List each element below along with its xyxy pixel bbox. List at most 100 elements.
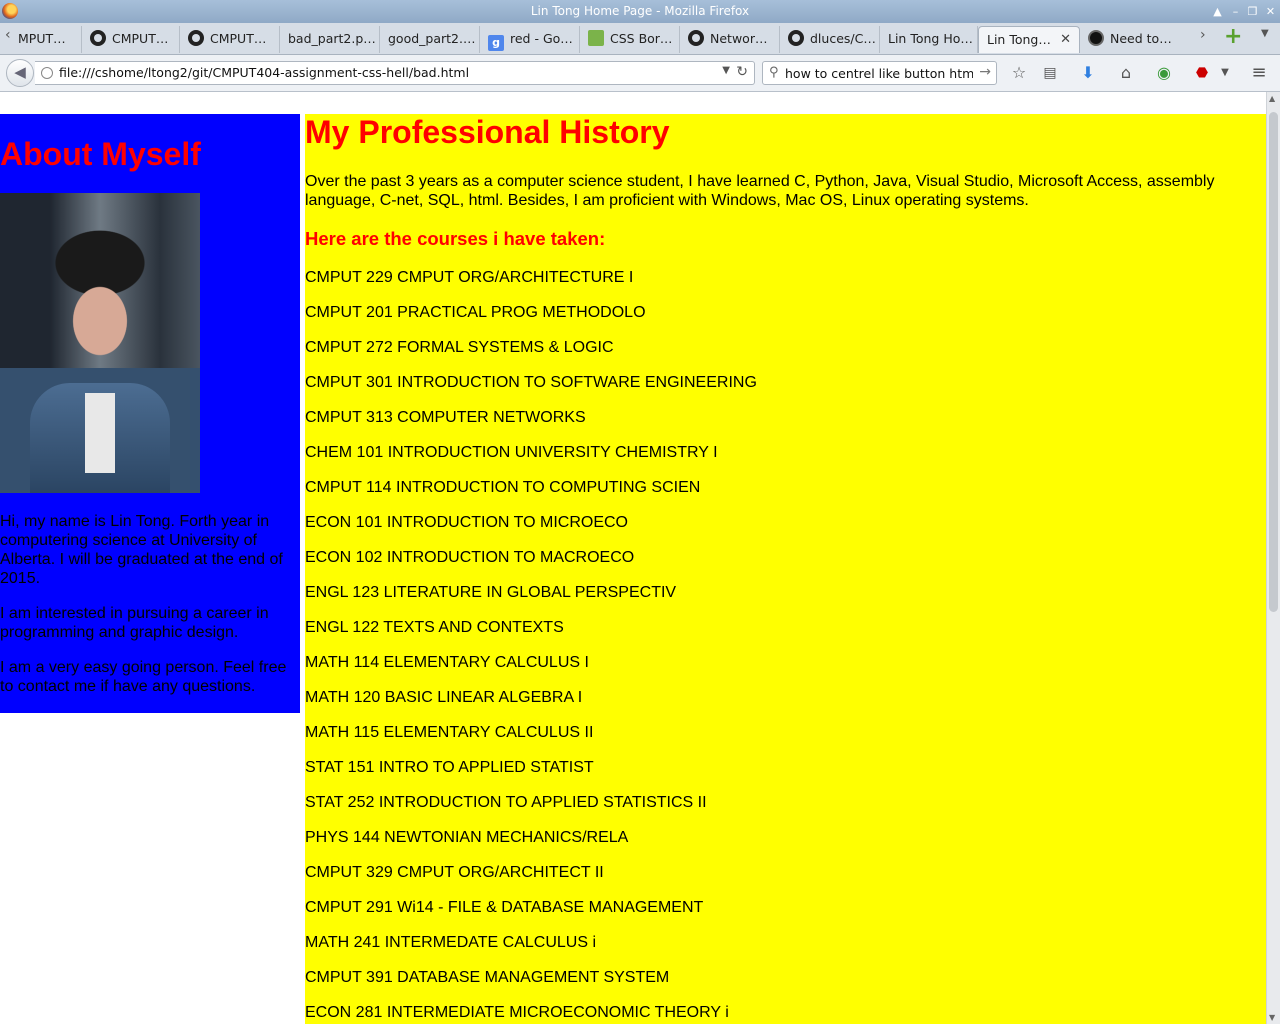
profile-photo (0, 193, 200, 493)
tab[interactable]: bad_part2.p… (280, 26, 380, 53)
course-item: ECON 101 INTRODUCTION TO MICROECO (305, 514, 628, 531)
course-item: ENGL 122 TEXTS AND CONTEXTS (305, 619, 564, 636)
course-item: CMPUT 291 Wi14 - FILE & DATABASE MANAGEM… (305, 899, 704, 916)
scrollbar-thumb[interactable] (1269, 112, 1278, 612)
tab[interactable]: Networ… (680, 26, 780, 53)
tab-label: CMPUT… (210, 31, 267, 46)
back-arrow-icon: ◀ (14, 63, 26, 81)
search-bar[interactable]: ⚲ → (762, 61, 997, 85)
close-window-button[interactable]: ✕ (1264, 5, 1277, 18)
about-heading: About Myself (0, 136, 201, 172)
tab-scroll-right-icon[interactable]: › (1200, 27, 1206, 43)
close-tab-icon[interactable]: ✕ (1060, 27, 1071, 53)
tab[interactable]: Lin Tong Ho… (880, 26, 978, 53)
tab-label: red - Go… (510, 31, 573, 46)
tab-label: CMPUT… (112, 31, 169, 46)
course-item: ENGL 123 LITERATURE IN GLOBAL PERSPECTIV (305, 584, 677, 601)
bookmark-star-icon[interactable]: ☆ (1009, 63, 1029, 83)
about-paragraph: I am interested in pursuing a career in … (0, 605, 269, 641)
history-intro: Over the past 3 years as a computer scie… (305, 173, 1215, 209)
github-icon (188, 30, 204, 46)
course-item: CMPUT 329 CMPUT ORG/ARCHITECT II (305, 864, 604, 881)
tab[interactable]: CMPUT… (82, 26, 180, 53)
downloads-icon[interactable]: ⬇ (1078, 63, 1098, 83)
search-icon: ⚲ (769, 65, 779, 80)
list-all-tabs-icon[interactable]: ▼ (1261, 28, 1269, 39)
course-item: MATH 241 INTERMEDATE CALCULUS i (305, 934, 597, 951)
back-button[interactable]: ◀ (6, 59, 34, 87)
tab[interactable]: MPUT… (14, 26, 82, 53)
course-item: CMPUT 301 INTRODUCTION TO SOFTWARE ENGIN… (305, 374, 757, 391)
course-item: STAT 252 INTRODUCTION TO APPLIED STATIST… (305, 794, 707, 811)
tab[interactable]: CSS Bor… (580, 26, 680, 53)
course-item: CHEM 101 INTRODUCTION UNIVERSITY CHEMIST… (305, 444, 718, 461)
window-title: Lin Tong Home Page - Mozilla Firefox (530, 4, 750, 18)
tab[interactable]: g red - Go… (480, 26, 580, 53)
history-heading: My Professional History (305, 114, 670, 150)
search-input[interactable] (785, 64, 973, 82)
course-item: CMPUT 114 INTRODUCTION TO COMPUTING SCIE… (305, 479, 701, 496)
url-history-dropdown-icon[interactable]: ▼ (722, 65, 730, 76)
tab[interactable]: Need to… (1080, 26, 1188, 53)
github-icon (788, 30, 804, 46)
bookmarks-menu-icon[interactable]: ▤ (1040, 63, 1060, 83)
course-item: MATH 114 ELEMENTARY CALCULUS I (305, 654, 589, 671)
about-paragraph: I am a very easy going person. Feel free… (0, 659, 287, 695)
scroll-down-icon[interactable]: ▼ (1269, 1013, 1275, 1022)
google-icon: g (488, 35, 504, 51)
tab-label: good_part2.… (388, 31, 476, 46)
maximize-button[interactable]: ❐ (1246, 5, 1259, 18)
tab-label: dluces/C… (810, 31, 876, 46)
tab-label: bad_part2.p… (288, 31, 376, 46)
minimize-button[interactable]: – (1229, 5, 1242, 18)
window-title-bar: Lin Tong Home Page - Mozilla Firefox ▲ –… (0, 0, 1280, 23)
menu-icon[interactable]: ≡ (1249, 63, 1269, 83)
tab-bar: ‹ MPUT… CMPUT… CMPUT… bad_part2.p… good_… (0, 23, 1280, 55)
navigation-toolbar: ◀ file:///cshome/ltong2/git/CMPUT404-ass… (0, 55, 1280, 92)
tab-label: Need to… (1110, 31, 1172, 46)
photo-collar (85, 393, 115, 473)
tab-active[interactable]: Lin Tong… ✕ (978, 26, 1080, 53)
scroll-up-icon[interactable]: ▲ (1269, 94, 1275, 103)
github-icon (90, 30, 106, 46)
about-paragraph: Hi, my name is Lin Tong. Forth year in c… (0, 513, 283, 587)
course-item: CMPUT 313 COMPUTER NETWORKS (305, 409, 586, 426)
page-content: About Myself Hi, my name is Lin Tong. Fo… (0, 92, 1266, 1024)
extension-icon[interactable]: ◉ (1154, 63, 1174, 83)
tab-scroll-left-icon[interactable]: ‹ (5, 27, 11, 43)
tab[interactable]: CMPUT… (180, 26, 280, 53)
css-icon (588, 30, 604, 46)
courses-list: CMPUT 229 CMPUT ORG/ARCHITECTURE I CMPUT… (305, 268, 757, 1024)
tab[interactable]: good_part2.… (380, 26, 480, 53)
about-panel: About Myself Hi, my name is Lin Tong. Fo… (0, 114, 300, 713)
url-bar[interactable]: file:///cshome/ltong2/git/CMPUT404-assig… (35, 61, 755, 85)
course-item: CMPUT 201 PRACTICAL PROG METHODOLO (305, 304, 646, 321)
adblock-icon[interactable]: ⬣ (1192, 63, 1212, 83)
tab-label: CSS Bor… (610, 31, 673, 46)
sound-icon (1088, 30, 1104, 46)
url-text[interactable]: file:///cshome/ltong2/git/CMPUT404-assig… (59, 65, 469, 80)
course-item: CMPUT 272 FORMAL SYSTEMS & LOGIC (305, 339, 614, 356)
course-item: PHYS 144 NEWTONIAN MECHANICS/RELA (305, 829, 629, 846)
course-item: ECON 281 INTERMEDIATE MICROECONOMIC THEO… (305, 1004, 729, 1021)
tab-label: Networ… (710, 31, 768, 46)
adblock-dropdown-icon[interactable]: ▼ (1215, 63, 1235, 83)
course-item: MATH 115 ELEMENTARY CALCULUS II (305, 724, 594, 741)
course-item: STAT 151 INTRO TO APPLIED STATIST (305, 759, 594, 776)
globe-icon (41, 67, 53, 79)
vertical-scrollbar[interactable]: ▲ ▼ (1266, 92, 1280, 1024)
tab-label: Lin Tong… (987, 32, 1051, 47)
courses-heading: Here are the courses i have taken: (305, 228, 606, 249)
course-item: CMPUT 229 CMPUT ORG/ARCHITECTURE I (305, 269, 634, 286)
new-tab-button[interactable]: + (1224, 24, 1242, 49)
home-icon[interactable]: ⌂ (1116, 63, 1136, 83)
reload-icon[interactable]: ↻ (736, 64, 748, 80)
course-item: MATH 120 BASIC LINEAR ALGEBRA I (305, 689, 583, 706)
course-item: ECON 102 INTRODUCTION TO MACROECO (305, 549, 635, 566)
github-icon (688, 30, 704, 46)
tab-label: MPUT… (18, 31, 66, 46)
tab[interactable]: dluces/C… (780, 26, 880, 53)
history-panel: My Professional History Over the past 3 … (305, 114, 1266, 1024)
search-go-icon[interactable]: → (979, 64, 991, 80)
window-up-icon[interactable]: ▲ (1211, 5, 1224, 18)
